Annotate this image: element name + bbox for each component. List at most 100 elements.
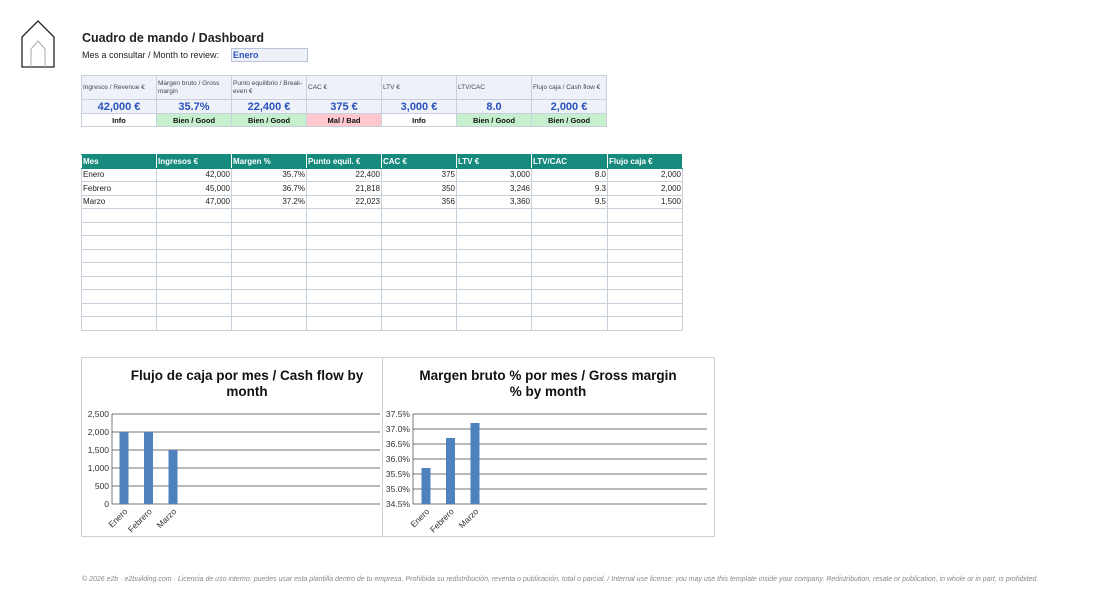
empty-cell[interactable] <box>231 289 307 304</box>
empty-cell[interactable] <box>381 316 457 331</box>
empty-cell[interactable] <box>531 262 608 277</box>
kpi-value[interactable]: 375 € <box>306 99 382 114</box>
empty-cell[interactable] <box>231 208 307 223</box>
empty-cell[interactable] <box>381 289 457 304</box>
data-cell[interactable]: 3,246 <box>456 181 532 196</box>
data-cell[interactable]: 3,360 <box>456 194 532 209</box>
empty-cell[interactable] <box>607 221 683 236</box>
column-header[interactable]: Mes <box>81 154 157 169</box>
column-header[interactable]: Flujo caja € <box>607 154 683 169</box>
bar[interactable] <box>144 432 153 504</box>
empty-cell[interactable] <box>456 316 532 331</box>
empty-cell[interactable] <box>306 316 382 331</box>
empty-cell[interactable] <box>231 235 307 250</box>
kpi-value[interactable]: 3,000 € <box>381 99 457 114</box>
empty-cell[interactable] <box>306 235 382 250</box>
empty-cell[interactable] <box>607 248 683 263</box>
empty-cell[interactable] <box>156 221 232 236</box>
empty-cell[interactable] <box>156 289 232 304</box>
kpi-status-badge[interactable]: Info <box>381 113 457 127</box>
empty-cell[interactable] <box>156 248 232 263</box>
empty-cell[interactable] <box>607 208 683 223</box>
kpi-status-badge[interactable]: Bien / Good <box>156 113 232 127</box>
gross-margin-chart[interactable]: Margen bruto % por mes / Gross margin % … <box>383 358 714 536</box>
data-cell[interactable]: 375 <box>381 167 457 182</box>
data-cell[interactable]: 47,000 <box>156 194 232 209</box>
kpi-value[interactable]: 22,400 € <box>231 99 307 114</box>
empty-cell[interactable] <box>231 262 307 277</box>
kpi-status-badge[interactable]: Mal / Bad <box>306 113 382 127</box>
bar[interactable] <box>119 432 129 504</box>
empty-cell[interactable] <box>531 275 608 290</box>
empty-cell[interactable] <box>306 262 382 277</box>
empty-cell[interactable] <box>81 275 157 290</box>
bar[interactable] <box>421 468 431 504</box>
empty-cell[interactable] <box>456 221 532 236</box>
empty-cell[interactable] <box>156 262 232 277</box>
empty-cell[interactable] <box>607 302 683 317</box>
data-cell[interactable]: 22,400 <box>306 167 382 182</box>
month-cell[interactable]: Febrero <box>81 181 157 196</box>
month-cell[interactable]: Enero <box>81 167 157 182</box>
bar[interactable] <box>446 438 455 504</box>
empty-cell[interactable] <box>81 248 157 263</box>
empty-cell[interactable] <box>81 302 157 317</box>
empty-cell[interactable] <box>156 316 232 331</box>
data-cell[interactable]: 2,000 <box>607 167 683 182</box>
empty-cell[interactable] <box>607 235 683 250</box>
kpi-value[interactable]: 42,000 € <box>81 99 157 114</box>
empty-cell[interactable] <box>531 289 608 304</box>
empty-cell[interactable] <box>456 235 532 250</box>
empty-cell[interactable] <box>456 302 532 317</box>
empty-cell[interactable] <box>81 289 157 304</box>
empty-cell[interactable] <box>531 221 608 236</box>
data-cell[interactable]: 21,818 <box>306 181 382 196</box>
month-input[interactable]: Enero <box>231 48 308 62</box>
empty-cell[interactable] <box>531 316 608 331</box>
data-cell[interactable]: 1,500 <box>607 194 683 209</box>
cash-flow-chart[interactable]: Flujo de caja por mes / Cash flow by mon… <box>82 358 383 536</box>
empty-cell[interactable] <box>156 235 232 250</box>
empty-cell[interactable] <box>381 302 457 317</box>
empty-cell[interactable] <box>607 275 683 290</box>
empty-cell[interactable] <box>381 248 457 263</box>
empty-cell[interactable] <box>531 302 608 317</box>
empty-cell[interactable] <box>81 221 157 236</box>
bar[interactable] <box>470 423 480 504</box>
month-cell[interactable]: Marzo <box>81 194 157 209</box>
empty-cell[interactable] <box>381 235 457 250</box>
empty-cell[interactable] <box>381 208 457 223</box>
empty-cell[interactable] <box>456 248 532 263</box>
empty-cell[interactable] <box>306 248 382 263</box>
empty-cell[interactable] <box>456 262 532 277</box>
empty-cell[interactable] <box>306 275 382 290</box>
kpi-status-badge[interactable]: Bien / Good <box>231 113 307 127</box>
empty-cell[interactable] <box>381 275 457 290</box>
data-cell[interactable]: 9.3 <box>531 181 608 196</box>
empty-cell[interactable] <box>231 221 307 236</box>
empty-cell[interactable] <box>231 248 307 263</box>
empty-cell[interactable] <box>306 221 382 236</box>
empty-cell[interactable] <box>381 262 457 277</box>
kpi-status-badge[interactable]: Bien / Good <box>456 113 532 127</box>
column-header[interactable]: LTV € <box>456 154 532 169</box>
empty-cell[interactable] <box>607 316 683 331</box>
data-cell[interactable]: 42,000 <box>156 167 232 182</box>
empty-cell[interactable] <box>531 248 608 263</box>
data-cell[interactable]: 22,023 <box>306 194 382 209</box>
empty-cell[interactable] <box>81 235 157 250</box>
empty-cell[interactable] <box>456 208 532 223</box>
data-cell[interactable]: 35.7% <box>231 167 307 182</box>
kpi-value[interactable]: 8.0 <box>456 99 532 114</box>
column-header[interactable]: LTV/CAC <box>531 154 608 169</box>
column-header[interactable]: Ingresos € <box>156 154 232 169</box>
empty-cell[interactable] <box>81 262 157 277</box>
empty-cell[interactable] <box>231 302 307 317</box>
column-header[interactable]: CAC € <box>381 154 457 169</box>
empty-cell[interactable] <box>456 275 532 290</box>
data-cell[interactable]: 45,000 <box>156 181 232 196</box>
empty-cell[interactable] <box>531 235 608 250</box>
data-cell[interactable]: 37.2% <box>231 194 307 209</box>
data-cell[interactable]: 9.5 <box>531 194 608 209</box>
empty-cell[interactable] <box>231 316 307 331</box>
